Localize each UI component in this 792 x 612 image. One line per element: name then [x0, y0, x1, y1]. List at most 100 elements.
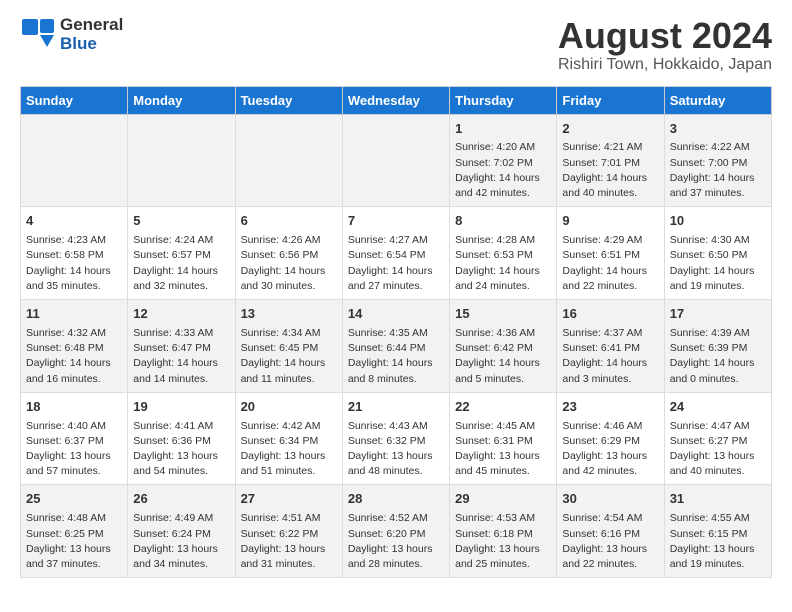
- calendar-cell: 18 Sunrise: 4:40 AM Sunset: 6:37 PM Dayli…: [21, 392, 128, 485]
- calendar-week-row: 1Sunrise: 4:20 AM Sunset: 7:02 PM Daylig…: [21, 114, 772, 207]
- calendar-cell: 13Sunrise: 4:34 AM Sunset: 6:45 PM Dayli…: [235, 300, 342, 393]
- title-block: August 2024 Rishiri Town, Hokkaido, Japa…: [558, 16, 772, 74]
- calendar-cell: 11 Sunrise: 4:32 AM Sunset: 6:48 PM Dayli…: [21, 300, 128, 393]
- calendar-cell: 22Sunrise: 4:45 AM Sunset: 6:31 PM Dayli…: [450, 392, 557, 485]
- weekday-header-tuesday: Tuesday: [235, 86, 342, 114]
- weekday-header-thursday: Thursday: [450, 86, 557, 114]
- calendar-week-row: 18 Sunrise: 4:40 AM Sunset: 6:37 PM Dayli…: [21, 392, 772, 485]
- calendar-cell: 7 Sunrise: 4:27 AM Sunset: 6:54 PM Daylig…: [342, 207, 449, 300]
- calendar-cell: 29 Sunrise: 4:53 AM Sunset: 6:18 PM Dayli…: [450, 485, 557, 578]
- day-number: 6: [241, 212, 337, 231]
- day-detail: Sunrise: 4:27 AM Sunset: 6:54 PM Dayligh…: [348, 233, 444, 294]
- day-number: 8: [455, 212, 551, 231]
- day-detail: Sunrise: 4:40 AM Sunset: 6:37 PM Dayligh…: [26, 419, 122, 480]
- calendar-cell: 28Sunrise: 4:52 AM Sunset: 6:20 PM Dayli…: [342, 485, 449, 578]
- day-number: 29: [455, 490, 551, 509]
- day-number: 31: [670, 490, 766, 509]
- calendar-table: SundayMondayTuesdayWednesdayThursdayFrid…: [20, 86, 772, 579]
- logo-icon: [20, 17, 56, 53]
- logo-text-general: General: [60, 16, 123, 35]
- day-detail: Sunrise: 4:29 AM Sunset: 6:51 PM Dayligh…: [562, 233, 658, 294]
- day-detail: Sunrise: 4:48 AM Sunset: 6:25 PM Dayligh…: [26, 511, 122, 572]
- day-number: 25: [26, 490, 122, 509]
- calendar-subtitle: Rishiri Town, Hokkaido, Japan: [558, 56, 772, 74]
- calendar-week-row: 25 Sunrise: 4:48 AM Sunset: 6:25 PM Dayli…: [21, 485, 772, 578]
- calendar-cell: 21 Sunrise: 4:43 AM Sunset: 6:32 PM Dayli…: [342, 392, 449, 485]
- day-number: 22: [455, 398, 551, 417]
- day-detail: Sunrise: 4:47 AM Sunset: 6:27 PM Dayligh…: [670, 419, 766, 480]
- day-detail: Sunrise: 4:20 AM Sunset: 7:02 PM Dayligh…: [455, 140, 551, 201]
- day-number: 24: [670, 398, 766, 417]
- day-detail: Sunrise: 4:28 AM Sunset: 6:53 PM Dayligh…: [455, 233, 551, 294]
- day-detail: Sunrise: 4:53 AM Sunset: 6:18 PM Dayligh…: [455, 511, 551, 572]
- day-number: 30: [562, 490, 658, 509]
- calendar-cell: 20 Sunrise: 4:42 AM Sunset: 6:34 PM Dayli…: [235, 392, 342, 485]
- day-detail: Sunrise: 4:35 AM Sunset: 6:44 PM Dayligh…: [348, 326, 444, 387]
- day-number: 19: [133, 398, 229, 417]
- calendar-cell: [235, 114, 342, 207]
- day-number: 17: [670, 305, 766, 324]
- calendar-cell: 12 Sunrise: 4:33 AM Sunset: 6:47 PM Dayli…: [128, 300, 235, 393]
- calendar-cell: 30 Sunrise: 4:54 AM Sunset: 6:16 PM Dayli…: [557, 485, 664, 578]
- calendar-cell: 10Sunrise: 4:30 AM Sunset: 6:50 PM Dayli…: [664, 207, 771, 300]
- day-number: 9: [562, 212, 658, 231]
- calendar-cell: [128, 114, 235, 207]
- day-number: 16: [562, 305, 658, 324]
- calendar-cell: 6Sunrise: 4:26 AM Sunset: 6:56 PM Daylig…: [235, 207, 342, 300]
- day-number: 15: [455, 305, 551, 324]
- day-detail: Sunrise: 4:42 AM Sunset: 6:34 PM Dayligh…: [241, 419, 337, 480]
- calendar-cell: 23Sunrise: 4:46 AM Sunset: 6:29 PM Dayli…: [557, 392, 664, 485]
- day-number: 11: [26, 305, 122, 324]
- calendar-cell: 1Sunrise: 4:20 AM Sunset: 7:02 PM Daylig…: [450, 114, 557, 207]
- day-detail: Sunrise: 4:36 AM Sunset: 6:42 PM Dayligh…: [455, 326, 551, 387]
- day-number: 27: [241, 490, 337, 509]
- day-detail: Sunrise: 4:23 AM Sunset: 6:58 PM Dayligh…: [26, 233, 122, 294]
- day-number: 18: [26, 398, 122, 417]
- logo-text-blue: Blue: [60, 35, 123, 54]
- weekday-header-sunday: Sunday: [21, 86, 128, 114]
- calendar-cell: 4 Sunrise: 4:23 AM Sunset: 6:58 PM Daylig…: [21, 207, 128, 300]
- day-number: 12: [133, 305, 229, 324]
- day-number: 26: [133, 490, 229, 509]
- calendar-cell: 9 Sunrise: 4:29 AM Sunset: 6:51 PM Daylig…: [557, 207, 664, 300]
- day-detail: Sunrise: 4:39 AM Sunset: 6:39 PM Dayligh…: [670, 326, 766, 387]
- day-number: 14: [348, 305, 444, 324]
- calendar-cell: [21, 114, 128, 207]
- page-header: General Blue August 2024 Rishiri Town, H…: [20, 16, 772, 74]
- calendar-cell: 19 Sunrise: 4:41 AM Sunset: 6:36 PM Dayli…: [128, 392, 235, 485]
- day-number: 20: [241, 398, 337, 417]
- calendar-cell: 17 Sunrise: 4:39 AM Sunset: 6:39 PM Dayli…: [664, 300, 771, 393]
- day-number: 21: [348, 398, 444, 417]
- day-number: 28: [348, 490, 444, 509]
- day-detail: Sunrise: 4:43 AM Sunset: 6:32 PM Dayligh…: [348, 419, 444, 480]
- calendar-cell: 15 Sunrise: 4:36 AM Sunset: 6:42 PM Dayli…: [450, 300, 557, 393]
- day-number: 4: [26, 212, 122, 231]
- day-detail: Sunrise: 4:24 AM Sunset: 6:57 PM Dayligh…: [133, 233, 229, 294]
- weekday-header-friday: Friday: [557, 86, 664, 114]
- calendar-title: August 2024: [558, 16, 772, 56]
- day-detail: Sunrise: 4:54 AM Sunset: 6:16 PM Dayligh…: [562, 511, 658, 572]
- calendar-cell: 25 Sunrise: 4:48 AM Sunset: 6:25 PM Dayli…: [21, 485, 128, 578]
- day-number: 7: [348, 212, 444, 231]
- day-detail: Sunrise: 4:32 AM Sunset: 6:48 PM Dayligh…: [26, 326, 122, 387]
- day-number: 2: [562, 120, 658, 139]
- day-detail: Sunrise: 4:33 AM Sunset: 6:47 PM Dayligh…: [133, 326, 229, 387]
- calendar-cell: [342, 114, 449, 207]
- weekday-header-saturday: Saturday: [664, 86, 771, 114]
- day-number: 13: [241, 305, 337, 324]
- day-number: 5: [133, 212, 229, 231]
- day-detail: Sunrise: 4:55 AM Sunset: 6:15 PM Dayligh…: [670, 511, 766, 572]
- logo: General Blue: [20, 16, 123, 53]
- day-detail: Sunrise: 4:51 AM Sunset: 6:22 PM Dayligh…: [241, 511, 337, 572]
- calendar-cell: 26Sunrise: 4:49 AM Sunset: 6:24 PM Dayli…: [128, 485, 235, 578]
- calendar-cell: 8 Sunrise: 4:28 AM Sunset: 6:53 PM Daylig…: [450, 207, 557, 300]
- calendar-cell: 16Sunrise: 4:37 AM Sunset: 6:41 PM Dayli…: [557, 300, 664, 393]
- weekday-header-wednesday: Wednesday: [342, 86, 449, 114]
- day-detail: Sunrise: 4:41 AM Sunset: 6:36 PM Dayligh…: [133, 419, 229, 480]
- calendar-week-row: 4 Sunrise: 4:23 AM Sunset: 6:58 PM Daylig…: [21, 207, 772, 300]
- weekday-header-monday: Monday: [128, 86, 235, 114]
- day-detail: Sunrise: 4:46 AM Sunset: 6:29 PM Dayligh…: [562, 419, 658, 480]
- calendar-week-row: 11 Sunrise: 4:32 AM Sunset: 6:48 PM Dayli…: [21, 300, 772, 393]
- calendar-cell: 14 Sunrise: 4:35 AM Sunset: 6:44 PM Dayli…: [342, 300, 449, 393]
- day-detail: Sunrise: 4:22 AM Sunset: 7:00 PM Dayligh…: [670, 140, 766, 201]
